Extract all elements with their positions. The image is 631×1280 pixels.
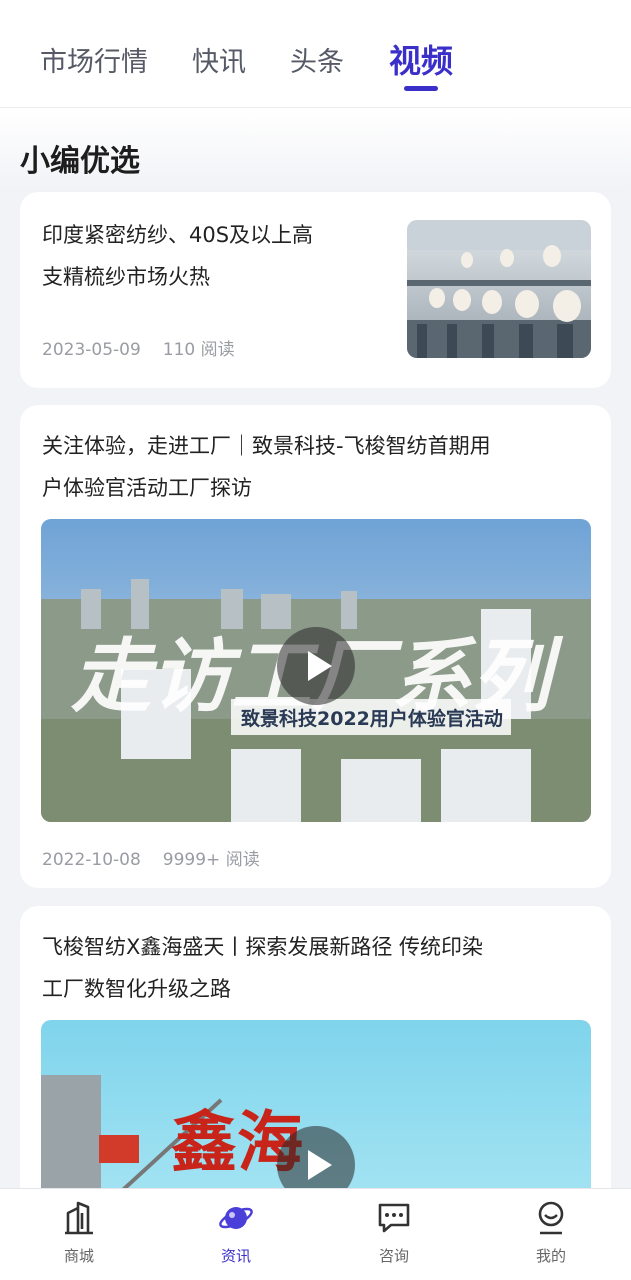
nav-label: 商城 [63, 1247, 94, 1265]
planet-icon [219, 1207, 253, 1229]
bottom-nav: 商城 资讯 咨询 我的 [0, 1188, 631, 1280]
article-title: 关注体验，走进工厂｜致景科技-飞梭智纺首期用 户体验官活动工厂探访 [42, 434, 491, 500]
video-thumbnail[interactable]: 致景科技2022用户体验官活动 走访工厂系列 [41, 519, 591, 822]
nav-label: 我的 [535, 1247, 566, 1265]
article-title: 印度紧密纺纱、40S及以上高 支精梳纱市场火热 [42, 223, 314, 289]
play-button[interactable] [277, 627, 355, 705]
top-tab-bar: 市场行情 快讯 头条 视频 [0, 0, 631, 108]
article-reads: 9999+ 阅读 [162, 850, 260, 870]
article-card[interactable]: 关注体验，走进工厂｜致景科技-飞梭智纺首期用 户体验官活动工厂探访 致景科技20… [20, 405, 611, 888]
nav-info[interactable]: 资讯 [176, 1189, 296, 1280]
nav-label: 咨询 [378, 1247, 409, 1265]
nav-label: 资讯 [220, 1247, 251, 1265]
nav-consult[interactable]: 咨询 [334, 1189, 454, 1280]
tab-headlines[interactable]: 头条 [290, 40, 344, 79]
spinning-machines-image[interactable] [407, 220, 591, 358]
chat-icon [378, 1203, 410, 1233]
building-icon [65, 1201, 93, 1235]
active-tab-indicator [404, 86, 438, 91]
article-reads: 110 阅读 [162, 340, 235, 360]
tab-market[interactable]: 市场行情 [40, 40, 148, 79]
article-meta: 2023-05-09 110 阅读 [42, 335, 235, 360]
nav-mine[interactable]: 我的 [491, 1189, 611, 1280]
tab-video[interactable]: 视频 [389, 36, 453, 82]
section-title: 小编优选 [20, 144, 140, 179]
article-card[interactable]: 印度紧密纺纱、40S及以上高 支精梳纱市场火热 2023-05-09 110 阅读 [20, 192, 611, 388]
tab-news-flash[interactable]: 快讯 [192, 40, 246, 79]
article-title: 飞梭智纺X鑫海盛天丨探索发展新路径 传统印染 工厂数智化升级之路 [42, 935, 484, 1001]
article-date: 2023-05-09 [42, 340, 141, 360]
profile-icon [538, 1201, 564, 1235]
article-date: 2022-10-08 [42, 850, 141, 870]
nav-mall[interactable]: 商城 [19, 1189, 139, 1280]
article-meta: 2022-10-08 9999+ 阅读 [42, 845, 260, 870]
